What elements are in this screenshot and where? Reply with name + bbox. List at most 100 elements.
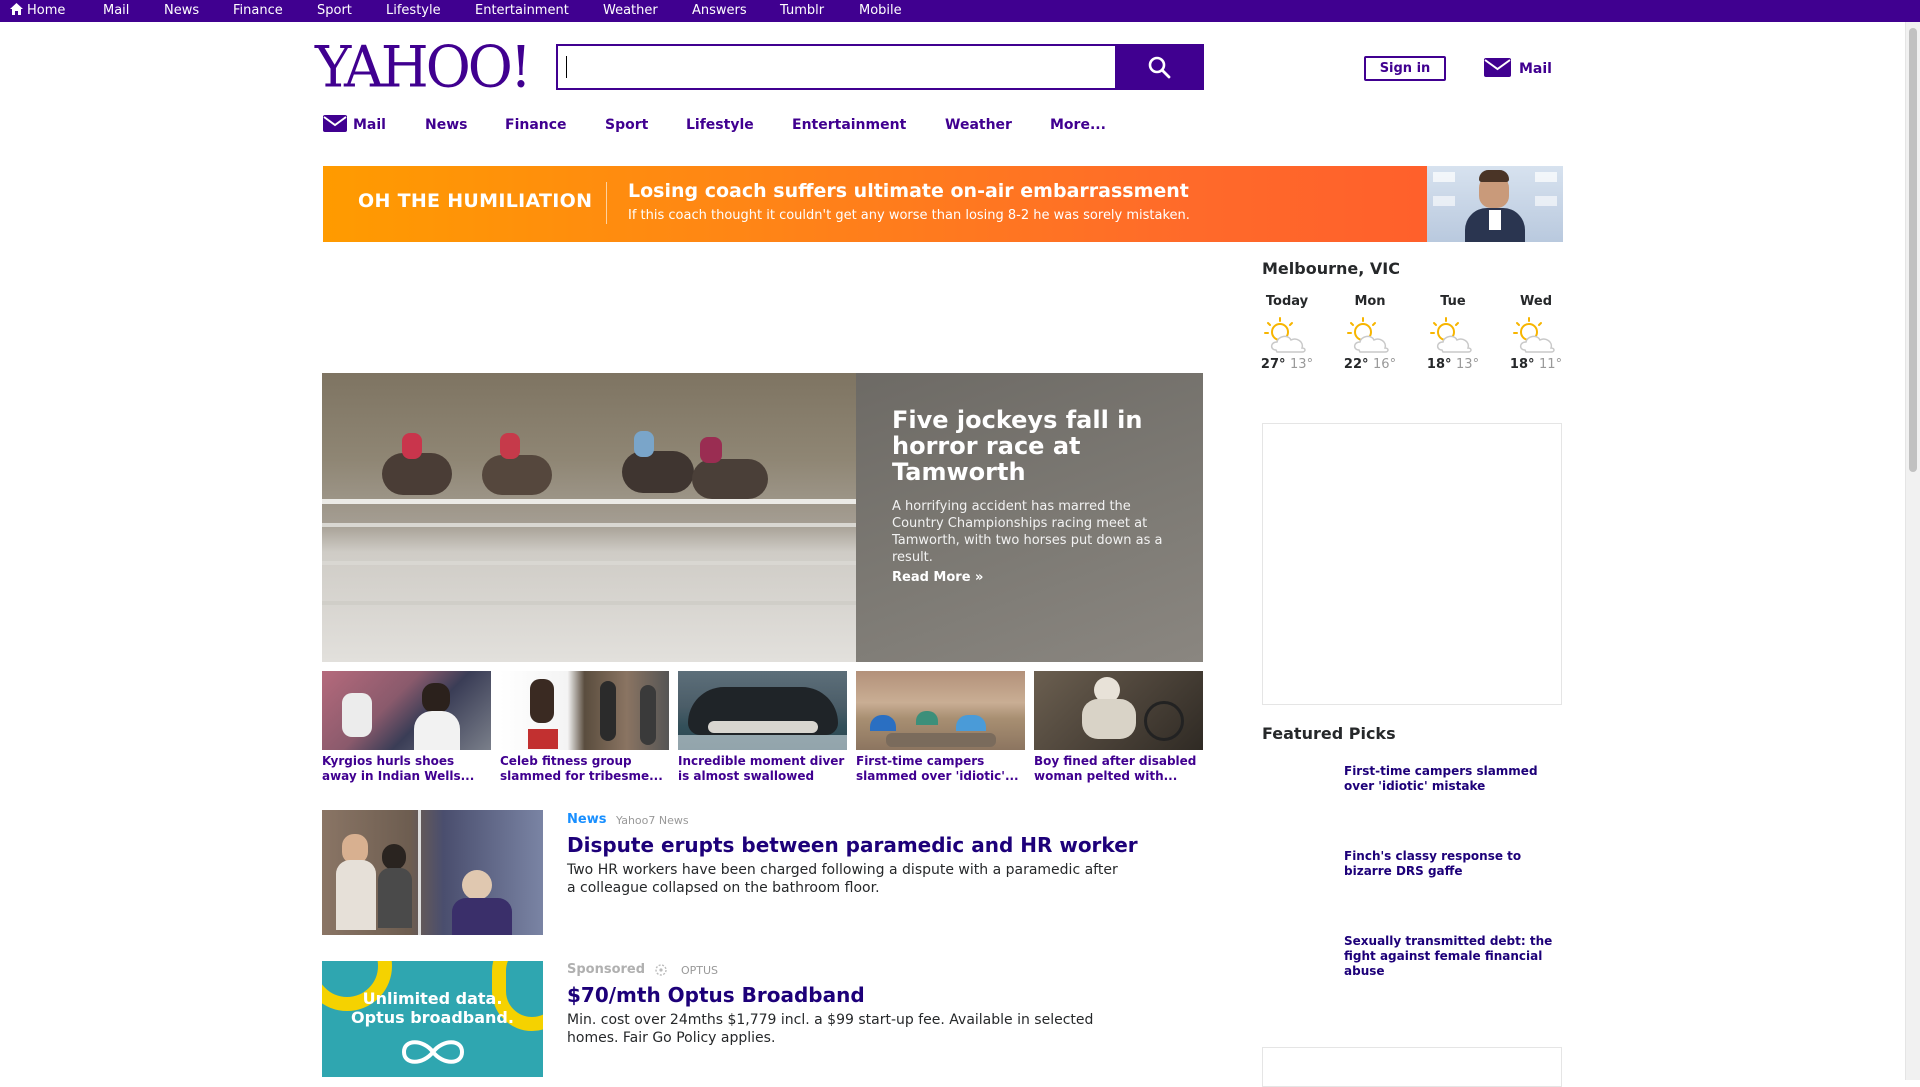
- search-icon: [1148, 56, 1171, 79]
- home-icon: [10, 3, 23, 15]
- topbar-item-home[interactable]: Home: [10, 0, 65, 22]
- weather-day[interactable]: Tue 18° 13°: [1418, 293, 1488, 372]
- story-summary: Two HR workers have been charged followi…: [567, 862, 1118, 896]
- text-cursor: [566, 56, 567, 78]
- weather-day[interactable]: Mon 22° 16°: [1335, 293, 1405, 372]
- weather-temps: 18° 11°: [1501, 357, 1571, 372]
- weather-temps: 18° 13°: [1418, 357, 1488, 372]
- thumb-image[interactable]: [500, 671, 669, 750]
- hero-story[interactable]: Five jockeys fall in horror race at Tamw…: [322, 373, 1203, 662]
- hero-text-panel: Five jockeys fall in horror race at Tamw…: [856, 373, 1203, 662]
- header-mail-link[interactable]: Mail: [1484, 56, 1552, 82]
- ad-info-icon[interactable]: [654, 963, 668, 977]
- weather-high: 27°: [1260, 357, 1286, 372]
- topbar-item-lifestyle[interactable]: Lifestyle: [386, 0, 441, 22]
- featured-pick-link[interactable]: Sexually transmitted debt: the fight aga…: [1344, 934, 1559, 979]
- weather-low: 13°: [1456, 357, 1480, 372]
- topbar-item-answers[interactable]: Answers: [692, 0, 747, 22]
- hero-read-more-link[interactable]: Read More »: [892, 570, 983, 585]
- weather-high: 18°: [1509, 357, 1535, 372]
- weather-location[interactable]: Melbourne, VIC: [1262, 259, 1400, 278]
- scrollbar-thumb[interactable]: [1909, 28, 1917, 472]
- story-image[interactable]: [322, 810, 543, 935]
- topbar-item-entertainment[interactable]: Entertainment: [475, 0, 569, 22]
- promo-coach-image[interactable]: [1427, 166, 1563, 242]
- nav-item-news[interactable]: News: [425, 114, 467, 136]
- side-ad-slot[interactable]: [1262, 423, 1562, 705]
- thumb-story[interactable]: First-time campers slammed over 'idiotic…: [856, 671, 1025, 784]
- weather-day-name: Today: [1265, 294, 1309, 309]
- weather-high: 18°: [1426, 357, 1452, 372]
- hero-title[interactable]: Five jockeys fall in horror race at Tamw…: [892, 407, 1182, 485]
- weather-day-name: Wed: [1520, 294, 1552, 309]
- weather-day[interactable]: Today 27° 13°: [1252, 293, 1322, 372]
- weather-low: 16°: [1373, 357, 1397, 372]
- thumb-story[interactable]: Kyrgios hurls shoes away in Indian Wells…: [322, 671, 491, 784]
- story-source: OPTUS: [681, 964, 719, 977]
- sign-in-button[interactable]: Sign in: [1364, 56, 1446, 81]
- story-source: Yahoo7 News: [616, 814, 689, 827]
- weather-day[interactable]: Wed 18° 11°: [1501, 293, 1571, 372]
- mail-icon: [1484, 58, 1511, 77]
- weather-day-name: Mon: [1354, 294, 1386, 309]
- side-ad-slot[interactable]: [1262, 1047, 1562, 1087]
- thumb-caption[interactable]: First-time campers slammed over 'idiotic…: [856, 754, 1025, 784]
- thumb-image[interactable]: [1034, 671, 1203, 750]
- thumb-caption[interactable]: Celeb fitness group slammed for tribesme…: [500, 754, 669, 784]
- nav-item-mail[interactable]: Mail: [323, 114, 386, 136]
- weather-low: 11°: [1539, 357, 1563, 372]
- topbar-item-sport[interactable]: Sport: [317, 0, 352, 22]
- page-scrollbar[interactable]: [1905, 22, 1920, 1080]
- search-box[interactable]: [556, 44, 1117, 90]
- nav-item-weather[interactable]: Weather: [945, 114, 1012, 136]
- sponsored-label: Sponsored: [567, 962, 646, 977]
- yahoo-logo[interactable]: YAHOO!: [315, 35, 532, 99]
- search-input[interactable]: [566, 54, 1110, 82]
- topbar-item-mail[interactable]: Mail: [103, 0, 129, 22]
- promo-banner[interactable]: OH THE HUMILIATION Losing coach suffers …: [323, 166, 1563, 242]
- story-category-label[interactable]: News: [567, 812, 606, 827]
- thumb-image[interactable]: [322, 671, 491, 750]
- weather-temps: 22° 16°: [1335, 357, 1405, 372]
- topbar-item-tumblr[interactable]: Tumblr: [780, 0, 824, 22]
- nav-item-entertainment[interactable]: Entertainment: [792, 114, 906, 136]
- thumb-image[interactable]: [856, 671, 1025, 750]
- story-title[interactable]: $70/mth Optus Broadband: [567, 983, 865, 1007]
- topbar-item-weather[interactable]: Weather: [603, 0, 658, 22]
- top-nav-bar: Home Mail News Finance Sport Lifestyle E…: [0, 0, 1920, 22]
- hero-image[interactable]: [322, 373, 856, 662]
- promo-divider: [606, 182, 607, 224]
- promo-tag: OH THE HUMILIATION: [358, 190, 593, 212]
- nav-item-finance[interactable]: Finance: [505, 114, 567, 136]
- ad-text-line: Optus broadband.: [351, 1008, 514, 1027]
- search-button[interactable]: [1115, 44, 1204, 90]
- topbar-item-label: Home: [27, 3, 66, 18]
- thumb-caption[interactable]: Kyrgios hurls shoes away in Indian Wells…: [322, 754, 491, 784]
- nav-item-more[interactable]: More...: [1050, 114, 1106, 136]
- story-title[interactable]: Dispute erupts between paramedic and HR …: [567, 833, 1138, 857]
- hero-summary: A horrifying accident has marred the Cou…: [892, 499, 1163, 565]
- thumb-story[interactable]: Boy fined after disabled woman pelted wi…: [1034, 671, 1203, 784]
- weather-temps: 27° 13°: [1252, 357, 1322, 372]
- topbar-item-mobile[interactable]: Mobile: [859, 0, 902, 22]
- partly-sunny-icon: [1513, 317, 1559, 355]
- topbar-item-news[interactable]: News: [164, 0, 199, 22]
- nav-item-sport[interactable]: Sport: [605, 114, 648, 136]
- promo-subtext: If this coach thought it couldn't get an…: [628, 208, 1190, 223]
- topbar-item-finance[interactable]: Finance: [233, 0, 283, 22]
- thumb-caption[interactable]: Boy fined after disabled woman pelted wi…: [1034, 754, 1203, 784]
- thumb-story[interactable]: Celeb fitness group slammed for tribesme…: [500, 671, 669, 784]
- thumb-story[interactable]: Incredible moment diver is almost swallo…: [678, 671, 847, 784]
- partly-sunny-icon: [1430, 317, 1476, 355]
- partly-sunny-icon: [1264, 317, 1310, 355]
- featured-picks-heading: Featured Picks: [1262, 724, 1396, 743]
- featured-pick-link[interactable]: First-time campers slammed over 'idiotic…: [1344, 764, 1559, 794]
- story-summary: Min. cost over 24mths $1,779 incl. a $99…: [567, 1012, 1094, 1046]
- thumb-caption[interactable]: Incredible moment diver is almost swallo…: [678, 754, 847, 784]
- sponsored-ad-image[interactable]: Unlimited data. Optus broadband.: [322, 961, 543, 1077]
- infinity-icon: [401, 1040, 465, 1064]
- thumb-image[interactable]: [678, 671, 847, 750]
- nav-item-lifestyle[interactable]: Lifestyle: [686, 114, 754, 136]
- featured-pick-link[interactable]: Finch's classy response to bizarre DRS g…: [1344, 849, 1559, 879]
- promo-headline[interactable]: Losing coach suffers ultimate on-air emb…: [628, 180, 1189, 202]
